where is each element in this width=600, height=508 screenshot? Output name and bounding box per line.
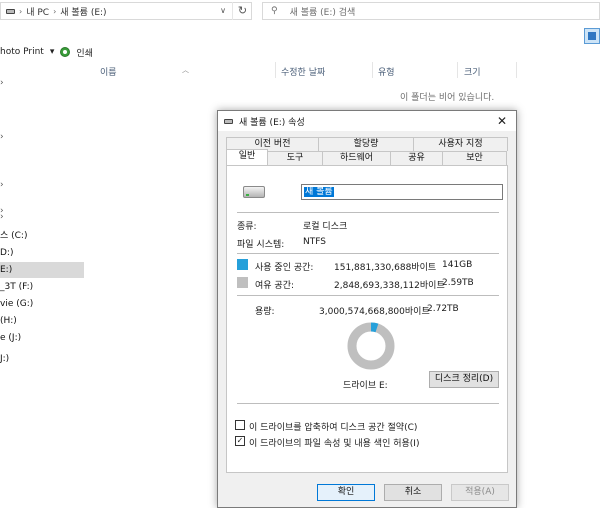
address-bar-row: › 내 PC › 새 볼륨 (E:) ∨ ↻ ⚲ 새 볼륨 (E:) 검색: [0, 0, 600, 24]
ok-button[interactable]: 확인: [317, 484, 375, 501]
index-checkbox[interactable]: ✓: [235, 436, 245, 446]
nav-expand-icon[interactable]: ›: [0, 78, 4, 88]
print-button[interactable]: 인쇄: [76, 46, 93, 59]
dialog-titlebar[interactable]: 새 볼륨 (E:) 속성 ✕: [218, 111, 516, 131]
refresh-icon[interactable]: ↻: [232, 2, 252, 20]
free-space-size: 2.59TB: [442, 278, 474, 288]
cancel-button[interactable]: 취소: [384, 484, 442, 501]
type-label: 종류:: [237, 222, 257, 232]
column-size[interactable]: 크기: [464, 65, 481, 78]
tab-quota[interactable]: 할당량: [318, 137, 414, 151]
free-space-label: 여유 공간:: [255, 281, 295, 291]
used-space-size: 141GB: [442, 260, 473, 270]
nav-item-drive-g[interactable]: vie (G:): [0, 296, 84, 312]
breadcrumb-my-pc[interactable]: 내 PC: [26, 5, 49, 18]
chevron-right-icon: ›: [53, 6, 57, 16]
capacity-size: 2.72TB: [427, 304, 459, 314]
navigation-pane: › › › › › 스 (C:) D:) E:) _3T (F:) vie (G…: [0, 60, 86, 508]
nav-item-drive-j[interactable]: e (J:): [0, 330, 84, 346]
capacity-label: 용량:: [255, 307, 275, 317]
column-modified[interactable]: 수정한 날짜: [281, 65, 325, 78]
disk-usage-donut: [347, 322, 395, 370]
close-icon[interactable]: ✕: [494, 113, 510, 129]
tab-tools[interactable]: 도구: [267, 151, 323, 165]
dialog-title: 새 볼륨 (E:) 속성: [239, 117, 305, 128]
drive-icon: [243, 186, 265, 198]
nav-expand-icon[interactable]: ›: [0, 132, 4, 142]
search-placeholder: 새 볼륨 (E:) 검색: [289, 7, 356, 18]
explorer-toolbar: hoto Print ▾ 인쇄: [0, 44, 93, 60]
disk-cleanup-button[interactable]: 디스크 정리(D): [429, 371, 499, 388]
apply-button[interactable]: 적용(A): [451, 484, 509, 501]
column-divider[interactable]: [275, 62, 276, 78]
chevron-right-icon: ›: [19, 6, 23, 16]
view-toggle-icon[interactable]: [584, 28, 600, 44]
drive-icon: [6, 8, 15, 14]
column-type[interactable]: 유형: [378, 65, 395, 78]
drive-icon: [224, 118, 233, 124]
divider: [237, 295, 499, 296]
filesystem-value: NTFS: [303, 237, 326, 247]
tab-general[interactable]: 일반: [226, 149, 268, 165]
chevron-down-icon[interactable]: ∨: [214, 2, 232, 20]
nav-expand-icon[interactable]: ›: [0, 212, 4, 222]
search-input[interactable]: ⚲ 새 볼륨 (E:) 검색: [262, 2, 600, 20]
nav-expand-icon[interactable]: ›: [0, 180, 4, 190]
column-divider[interactable]: [372, 62, 373, 78]
compress-label[interactable]: 이 드라이브를 압축하여 디스크 공간 절약(C): [249, 420, 417, 433]
checkmark-icon: ✓: [236, 436, 244, 445]
nav-item-drive-j2[interactable]: J:): [0, 351, 84, 367]
tab-row-back: 이전 버전 할당량 사용자 지정: [226, 137, 508, 151]
tab-security[interactable]: 보안: [442, 151, 507, 165]
volume-name-value: 새 볼륨: [304, 187, 334, 197]
nav-item-drive-d[interactable]: D:): [0, 245, 84, 261]
free-space-bytes: 2,848,693,338,112바이트: [334, 281, 445, 291]
volume-name-input[interactable]: 새 볼륨: [301, 184, 503, 200]
column-divider[interactable]: [457, 62, 458, 78]
used-space-bytes: 151,881,330,688바이트: [334, 263, 437, 273]
divider: [237, 253, 499, 254]
donut-free-segment: [347, 322, 395, 370]
capacity-bytes: 3,000,574,668,800바이트: [319, 307, 430, 317]
column-name[interactable]: 이름: [100, 65, 117, 78]
tab-row-front: 일반 도구 하드웨어 공유 보안: [226, 149, 508, 165]
divider: [237, 403, 499, 404]
nav-item-drive-f[interactable]: _3T (F:): [0, 279, 84, 295]
tab-sharing[interactable]: 공유: [390, 151, 443, 165]
free-space-color-icon: [237, 277, 248, 288]
column-headers: 이름 ︿ 수정한 날짜 유형 크기: [88, 62, 600, 78]
search-icon: ⚲: [271, 6, 278, 16]
sort-up-icon: ︿: [182, 66, 189, 74]
used-space-label: 사용 중인 공간:: [255, 263, 314, 273]
nav-item-drive-e[interactable]: E:): [0, 262, 84, 278]
drive-letter-label: 드라이브 E:: [343, 381, 388, 391]
column-divider[interactable]: [516, 62, 517, 78]
print-icon: [60, 47, 71, 57]
divider: [237, 212, 499, 213]
used-space-color-icon: [237, 259, 248, 270]
general-tab-panel: 새 볼륨 종류: 로컬 디스크 파일 시스템: NTFS 사용 중인 공간: 1…: [226, 165, 508, 473]
tab-customize[interactable]: 사용자 지정: [413, 137, 508, 151]
breadcrumb-volume-e[interactable]: 새 볼륨 (E:): [60, 5, 106, 18]
nav-item-drive-c[interactable]: 스 (C:): [0, 228, 84, 244]
chevron-down-icon[interactable]: ▾: [50, 47, 55, 57]
type-value: 로컬 디스크: [303, 222, 348, 232]
properties-dialog: 새 볼륨 (E:) 속성 ✕ 이전 버전 할당량 사용자 지정 일반 도구 하드…: [217, 110, 517, 508]
compress-checkbox[interactable]: [235, 420, 245, 430]
photo-print-button[interactable]: hoto Print: [0, 47, 44, 57]
empty-folder-message: 이 폴더는 비어 있습니다.: [400, 93, 495, 103]
filesystem-label: 파일 시스템:: [237, 240, 285, 250]
index-label[interactable]: 이 드라이브의 파일 속성 및 내용 색인 허용(I): [249, 436, 419, 449]
nav-item-drive-h[interactable]: (H:): [0, 313, 84, 329]
tab-hardware[interactable]: 하드웨어: [322, 151, 391, 165]
